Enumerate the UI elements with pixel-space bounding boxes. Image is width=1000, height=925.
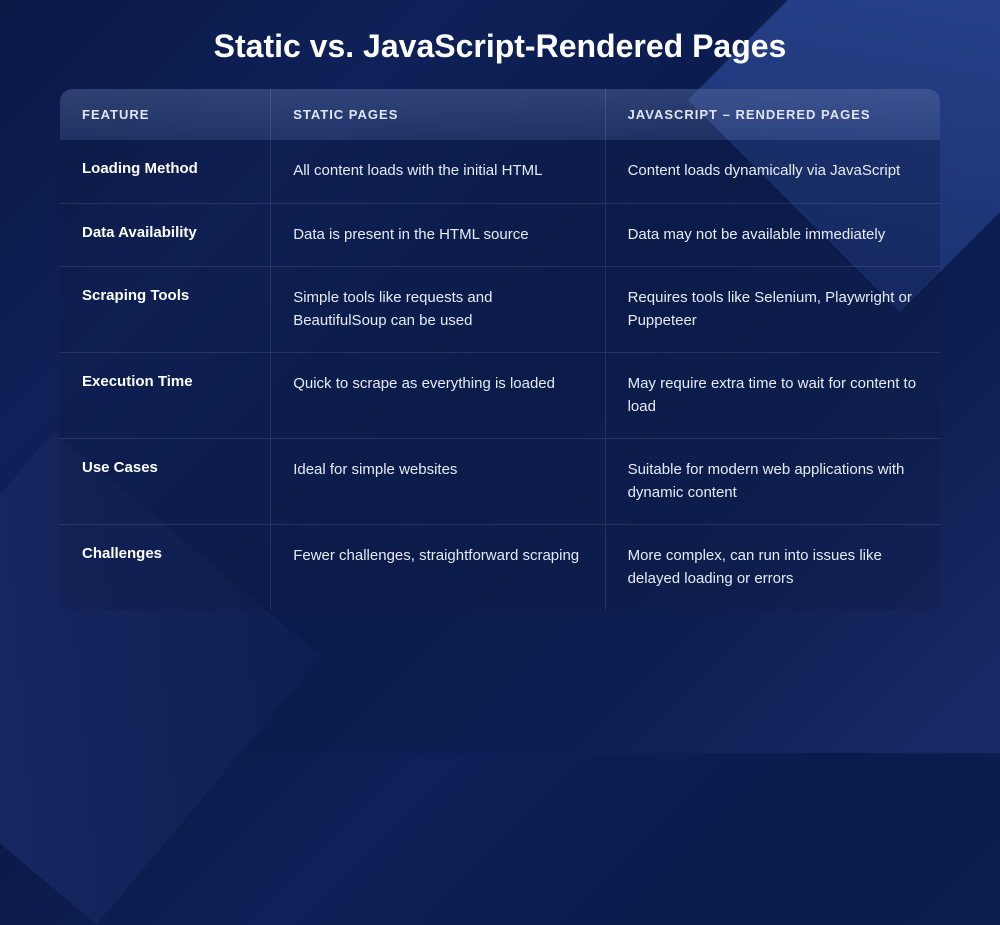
static-cell: Quick to scrape as everything is loaded (271, 353, 605, 438)
feature-label: Loading Method (60, 140, 271, 203)
javascript-cell: Suitable for modern web applications wit… (606, 439, 940, 524)
table-header-row: FEATURE STATIC PAGES JAVASCRIPT – RENDER… (60, 89, 940, 140)
page-title: Static vs. JavaScript-Rendered Pages (60, 28, 940, 65)
javascript-cell: Content loads dynamically via JavaScript (606, 140, 940, 203)
table-row: Use Cases Ideal for simple websites Suit… (60, 439, 940, 525)
feature-label: Execution Time (60, 353, 271, 438)
table-row: Data Availability Data is present in the… (60, 204, 940, 268)
header-feature: FEATURE (60, 89, 271, 140)
static-cell: Simple tools like requests and Beautiful… (271, 267, 605, 352)
main-container: Static vs. JavaScript-Rendered Pages FEA… (0, 0, 1000, 638)
table-row: Scraping Tools Simple tools like request… (60, 267, 940, 353)
javascript-cell: More complex, can run into issues like d… (606, 525, 940, 610)
static-cell: All content loads with the initial HTML (271, 140, 605, 203)
header-javascript: JAVASCRIPT – RENDERED PAGES (606, 89, 940, 140)
static-cell: Ideal for simple websites (271, 439, 605, 524)
javascript-cell: Requires tools like Selenium, Playwright… (606, 267, 940, 352)
table-row: Loading Method All content loads with th… (60, 140, 940, 204)
table-row: Execution Time Quick to scrape as everyt… (60, 353, 940, 439)
javascript-cell: Data may not be available immediately (606, 204, 940, 267)
comparison-table: FEATURE STATIC PAGES JAVASCRIPT – RENDER… (60, 89, 940, 610)
feature-label: Data Availability (60, 204, 271, 267)
javascript-cell: May require extra time to wait for conte… (606, 353, 940, 438)
feature-label: Scraping Tools (60, 267, 271, 352)
header-static: STATIC PAGES (271, 89, 605, 140)
feature-label: Use Cases (60, 439, 271, 524)
feature-label: Challenges (60, 525, 271, 610)
table-body: Loading Method All content loads with th… (60, 140, 940, 610)
table-row: Challenges Fewer challenges, straightfor… (60, 525, 940, 610)
static-cell: Data is present in the HTML source (271, 204, 605, 267)
static-cell: Fewer challenges, straightforward scrapi… (271, 525, 605, 610)
